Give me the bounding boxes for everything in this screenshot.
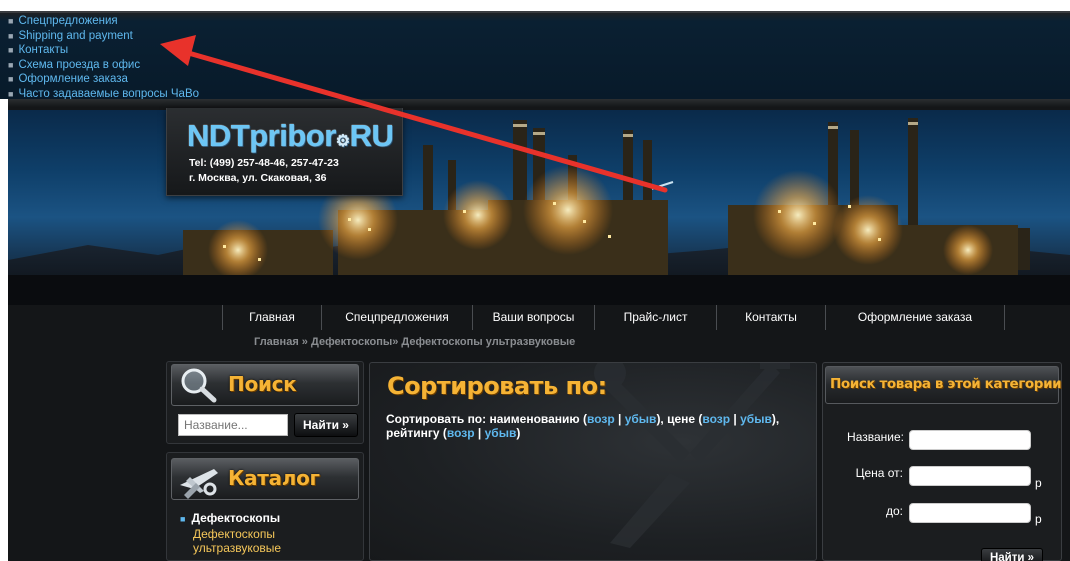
- sort-rating-asc-link[interactable]: возр: [447, 426, 475, 440]
- breadcrumb-home[interactable]: Главная: [254, 336, 299, 348]
- catalog-item-label: Дефектоскопы: [191, 511, 281, 525]
- nav-checkout[interactable]: Оформление заказа: [826, 305, 1005, 330]
- bullet-icon: ■: [8, 88, 14, 99]
- magnifier-icon: [181, 368, 217, 403]
- bullet-icon: ■: [8, 30, 14, 41]
- sort-price-text: ), цене (: [656, 412, 703, 426]
- top-link-office-map[interactable]: Схема проезда в офис: [18, 59, 140, 71]
- header-phone: Tel: (499) 257-48-46, 257-47-23: [189, 157, 339, 169]
- price-to-input[interactable]: [909, 503, 1031, 523]
- price-from-input[interactable]: [909, 466, 1031, 486]
- nav-price-list[interactable]: Прайс-лист: [595, 305, 717, 330]
- top-link-faq[interactable]: Часто задаваемые вопросы ЧаВо: [18, 88, 199, 100]
- currency-label: р: [1035, 476, 1042, 490]
- top-link-item: ■ Оформление заказа: [8, 72, 199, 87]
- breadcrumb-flaw-detectors[interactable]: Дефектоскопы: [311, 336, 392, 348]
- sort-name-asc-link[interactable]: возр: [587, 412, 615, 426]
- top-links-list: ■ Спецпредложения ■ Shipping and payment ■…: [8, 14, 199, 101]
- currency-label: р: [1035, 512, 1042, 526]
- site-logo: NDTpribor⚙RU: [187, 118, 394, 154]
- top-link-shipping[interactable]: Shipping and payment: [18, 30, 132, 42]
- sort-name-desc-link[interactable]: убыв: [625, 412, 657, 426]
- search-title: Поиск: [228, 372, 297, 396]
- airplane-tools-icon: [180, 469, 218, 499]
- price-from-label: Цена от:: [855, 466, 903, 480]
- page: ■ Спецпредложения ■ Shipping and payment ■…: [0, 0, 1070, 561]
- top-link-item: ■ Shipping and payment: [8, 29, 199, 44]
- top-link-item: ■ Спецпредложения: [8, 14, 199, 29]
- top-link-contacts[interactable]: Контакты: [18, 44, 68, 56]
- header-address: г. Москва, ул. Скаковая, 36: [189, 172, 327, 184]
- price-to-label: до:: [885, 504, 903, 518]
- top-link-item: ■ Контакты: [8, 43, 199, 58]
- bullet-icon: ■: [180, 514, 186, 524]
- sort-price-asc-link[interactable]: возр: [702, 412, 730, 426]
- sort-prefix: Сортировать по: наименованию (: [386, 412, 587, 426]
- site-logo-box[interactable]: NDTpribor⚙RU Tel: (499) 257-48-46, 257-4…: [166, 108, 403, 196]
- sort-rating-desc-link[interactable]: убыв: [485, 426, 517, 440]
- top-link-item: ■ Схема проезда в офис: [8, 58, 199, 73]
- wrench-hammer-watermark-icon: [594, 363, 790, 548]
- catalog-subitem[interactable]: Дефектоскопы ультразвуковые: [193, 527, 313, 555]
- sort-divider: |: [474, 426, 485, 440]
- sort-price-desc-link[interactable]: убыв: [740, 412, 772, 426]
- nav-specials[interactable]: Спецпредложения: [322, 305, 473, 330]
- sort-divider: |: [730, 412, 741, 426]
- bullet-icon: ■: [8, 74, 14, 84]
- name-label: Название:: [847, 430, 904, 444]
- top-link-specials[interactable]: Спецпредложения: [18, 15, 117, 27]
- product-name-input[interactable]: [909, 430, 1031, 450]
- logo-domain: RU: [349, 118, 394, 153]
- sort-divider: |: [614, 412, 625, 426]
- search-button[interactable]: Найти »: [294, 413, 358, 437]
- bullet-icon: ■: [8, 45, 14, 55]
- breadcrumb: Главная » Дефектоскопы» Дефектоскопы уль…: [254, 336, 575, 348]
- sort-end: ): [516, 426, 521, 440]
- top-links-strip: ■ Спецпредложения ■ Shipping and payment ■…: [0, 11, 1070, 101]
- sort-options: Сортировать по: наименованию (возр | убы…: [386, 412, 806, 440]
- search-input[interactable]: [178, 414, 288, 436]
- top-link-checkout[interactable]: Оформление заказа: [18, 73, 127, 85]
- nav-home[interactable]: Главная: [223, 305, 322, 330]
- catalog-title: Каталог: [228, 466, 320, 490]
- category-search-title: Поиск товара в этой категории: [830, 376, 1062, 392]
- nav-questions[interactable]: Ваши вопросы: [473, 305, 595, 330]
- breadcrumb-separator: »: [298, 336, 311, 348]
- bullet-icon: ■: [8, 59, 14, 70]
- catalog-item[interactable]: ■ Дефектоскопы: [180, 511, 280, 525]
- logo-wordmark: NDTpribor: [187, 118, 336, 153]
- breadcrumb-current: Дефектоскопы ультразвуковые: [401, 336, 576, 348]
- main-nav: Главная Спецпредложения Ваши вопросы Пра…: [222, 305, 1005, 330]
- header-shadow: [8, 99, 1070, 107]
- bullet-icon: ■: [8, 16, 14, 26]
- sort-heading: Сортировать по:: [387, 372, 607, 400]
- logo-gear-icon: ⚙: [335, 133, 350, 150]
- category-search-button[interactable]: Найти »: [981, 548, 1043, 561]
- nav-contacts[interactable]: Контакты: [717, 305, 826, 330]
